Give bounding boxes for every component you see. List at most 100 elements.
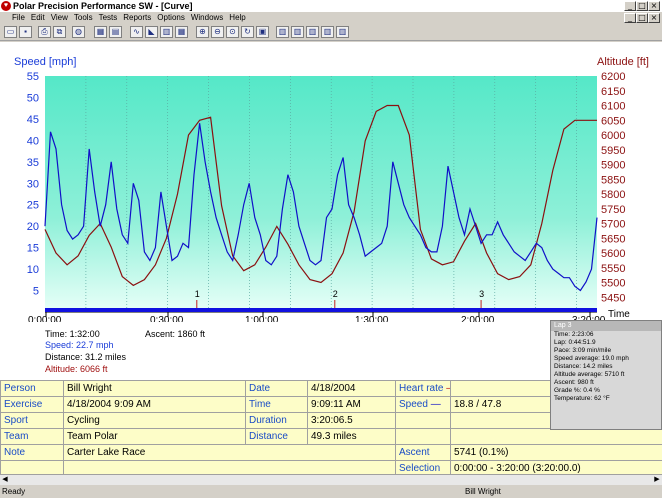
altitude-tick-label: 5800 [601, 189, 625, 201]
child-restore-button[interactable]: □ [636, 13, 648, 23]
open-icon[interactable]: ▭ [4, 26, 17, 38]
speed-tick-label: 15 [27, 243, 39, 255]
calendar-icon[interactable]: ▦ [94, 26, 107, 38]
lap-detail-line: Speed average: 19.0 mph [554, 355, 629, 362]
person-label: Person [0, 380, 64, 397]
lap-detail-line: Temperature: 62 °F [554, 395, 610, 402]
sync-icon[interactable]: ↻ [241, 26, 254, 38]
readout-ascent: Ascent: 1860 ft [145, 329, 206, 339]
x-tick-label: 2:00:00 [461, 315, 495, 322]
time-value[interactable]: 9:09:11 AM [307, 396, 396, 413]
altitude-tick-label: 6150 [601, 86, 625, 98]
menu-file[interactable]: File [0, 12, 28, 24]
readout-distance: Distance: 31.2 miles [45, 352, 127, 362]
distance-label: Distance [245, 428, 308, 445]
date-label: Date [245, 380, 308, 397]
distance-value[interactable]: 49.3 miles [307, 428, 396, 445]
scroll-right-icon[interactable]: ▶ [652, 475, 662, 485]
speed-tick-label: 25 [27, 200, 39, 212]
altitude-tick-label: 5950 [601, 145, 625, 157]
menu-windows[interactable]: Windows [188, 12, 226, 24]
overview-icon[interactable]: ▣ [256, 26, 269, 38]
bar-icon[interactable]: ▥ [160, 26, 173, 38]
minimize-button[interactable]: _ [624, 1, 636, 11]
lap-detail-line: Altitude average: 5710 ft [554, 371, 625, 378]
lap-title: Lap 3 [551, 321, 661, 331]
note-value[interactable]: Carter Lake Race [63, 444, 396, 461]
altitude-tick-label: 5650 [601, 233, 625, 245]
duration-value[interactable]: 3:20:06.5 [307, 412, 396, 429]
speed-text: Speed [399, 399, 428, 410]
altitude-tick-label: 6050 [601, 115, 625, 127]
curve-icon[interactable]: ∿ [130, 26, 143, 38]
sport-value[interactable]: Cycling [63, 412, 246, 429]
menu-tests[interactable]: Tests [96, 12, 121, 24]
menu-options[interactable]: Options [154, 12, 188, 24]
date-value[interactable]: 4/18/2004 [307, 380, 396, 397]
status-bar: Ready Bill Wright [0, 486, 662, 498]
exercise-label: Exercise [0, 396, 64, 413]
close-button[interactable]: × [648, 1, 660, 11]
x-tick-label: 0:30:00 [150, 315, 184, 322]
copy-icon[interactable]: ⧉ [53, 26, 66, 38]
chart2-icon[interactable]: ▥ [291, 26, 304, 38]
altitude-tick-label: 5850 [601, 174, 625, 186]
altitude-tick-label: 5600 [601, 248, 625, 260]
zoom-out-icon[interactable]: ⊖ [211, 26, 224, 38]
altitude-tick-label: 6000 [601, 130, 625, 142]
speed-legend-icon: — [430, 399, 441, 410]
team-value[interactable]: Team Polar [63, 428, 246, 445]
maximize-button[interactable]: □ [636, 1, 648, 11]
exercise-value[interactable]: 4/18/2004 9:09 AM [63, 396, 246, 413]
curve-chart[interactable]: 555045403530252015105Speed [mph]62006150… [0, 42, 662, 322]
window-title: Polar Precision Performance SW - [Curve] [13, 1, 193, 11]
speed-tick-label: 40 [27, 135, 39, 147]
lap-detail-line: Ascent: 980 ft [554, 379, 594, 386]
zoom-in-icon[interactable]: ⊕ [196, 26, 209, 38]
person-value[interactable]: Bill Wright [63, 380, 246, 397]
ascent-value[interactable]: 5741 (0.1%) [450, 444, 662, 461]
chart5-icon[interactable]: ▥ [336, 26, 349, 38]
ascent-label: Ascent [395, 444, 451, 461]
horizontal-scrollbar[interactable]: ◀ ▶ [0, 474, 662, 485]
x-tick-label: 1:00:00 [245, 315, 279, 322]
speed-tick-label: 10 [27, 264, 39, 276]
readout-altitude: Altitude: 6066 ft [45, 364, 108, 374]
menu-edit[interactable]: Edit [28, 12, 48, 24]
selection-bar [45, 308, 597, 312]
readout-time: Time: 1:32:00 [45, 329, 100, 339]
chart-area[interactable]: 55 50 45 40 35 30 25 20 15 10 5 Speed [mph] 6200 6150… [0, 42, 662, 322]
area-icon[interactable]: ◣ [145, 26, 158, 38]
menu-bar: File Edit View Tools Tests Reports Options Wind… [0, 12, 662, 24]
altitude-tick-label: 5700 [601, 219, 625, 231]
lap-marker-label: 3 [479, 289, 484, 299]
altitude-tick-label: 5450 [601, 292, 625, 304]
globe-icon[interactable]: ◍ [72, 26, 85, 38]
lap-detail-line: Time: 2:23:06 [554, 331, 594, 338]
chart3-icon[interactable]: ▥ [306, 26, 319, 38]
table-icon[interactable]: ▦ [175, 26, 188, 38]
status-text: Ready [2, 487, 26, 496]
heart-rate-legend-icon: — [446, 383, 449, 394]
book-icon[interactable]: ▤ [109, 26, 122, 38]
child-minimize-button[interactable]: _ [624, 13, 636, 23]
child-close-button[interactable]: × [648, 13, 660, 23]
chart4-icon[interactable]: ▥ [321, 26, 334, 38]
save-icon[interactable]: ▪ [19, 26, 32, 38]
title-bar: Polar Precision Performance SW - [Curve] [0, 0, 662, 12]
zoom-full-icon[interactable]: ⊙ [226, 26, 239, 38]
menu-reports[interactable]: Reports [120, 12, 154, 24]
speed-tick-label: 55 [27, 71, 39, 83]
x-tick-label: 1:30:00 [355, 315, 389, 322]
scroll-left-icon[interactable]: ◀ [0, 475, 10, 485]
altitude-tick-label: 5550 [601, 263, 625, 275]
lap-info-popup: Lap 3 Time: 2:23:06 Lap: 0:44:51.9 Pace: 3… [550, 320, 662, 430]
chart1-icon[interactable]: ▥ [276, 26, 289, 38]
note-label: Note [0, 444, 64, 461]
menu-help[interactable]: Help [226, 12, 248, 24]
altitude-tick-label: 6100 [601, 101, 625, 113]
menu-tools[interactable]: Tools [71, 12, 96, 24]
speed-tick-label: 50 [27, 92, 39, 104]
menu-view[interactable]: View [48, 12, 71, 24]
print-icon[interactable]: ⎙ [38, 26, 51, 38]
